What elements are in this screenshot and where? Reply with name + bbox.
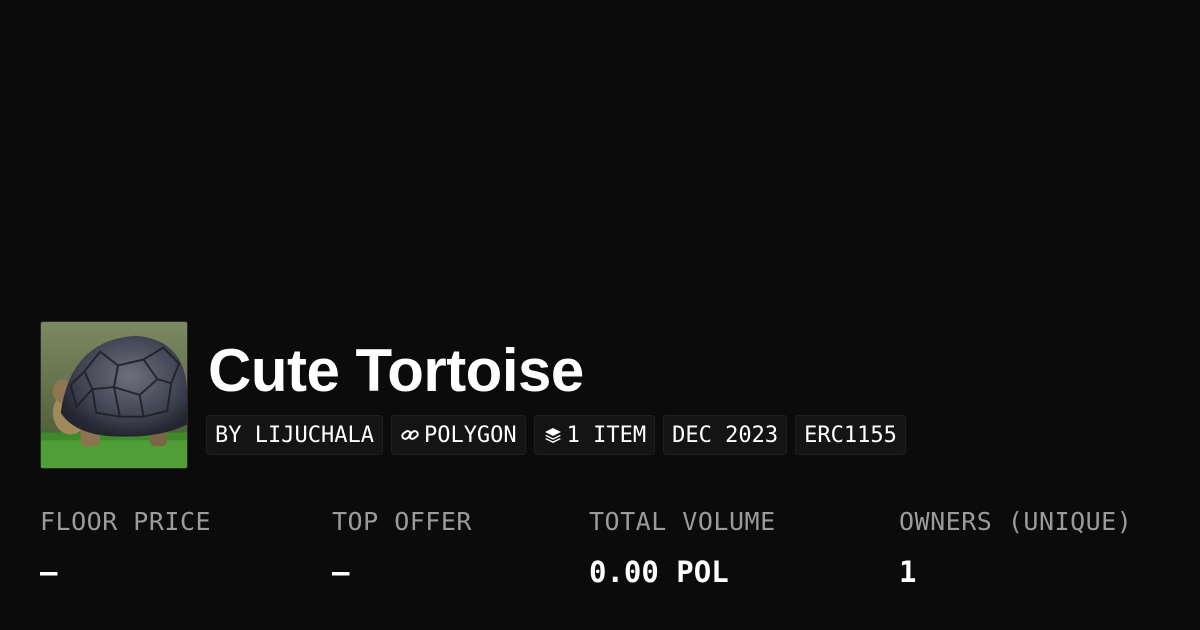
stat-top-offer: TOP OFFER – [332, 505, 472, 589]
stat-floor-price: FLOOR PRICE – [40, 505, 211, 589]
stat-value: 1 [899, 555, 917, 589]
creator-tag[interactable]: BY LIJUCHALA [206, 415, 383, 455]
date-tag: DEC 2023 [663, 415, 788, 455]
standard-label: ERC1155 [804, 422, 897, 448]
collection-tags: BY LIJUCHALA POLYGON 1 ITEM DEC 2023 ERC… [206, 415, 906, 455]
items-label: 1 ITEM [566, 422, 647, 448]
chain-tag[interactable]: POLYGON [390, 415, 526, 455]
polygon-link-icon [400, 425, 420, 445]
stat-label: TOTAL VOLUME [589, 507, 776, 536]
collection-thumbnail [40, 321, 188, 469]
stat-label: FLOOR PRICE [40, 507, 212, 536]
date-label: DEC 2023 [672, 422, 779, 448]
stat-value: – [40, 555, 58, 589]
stat-value: 0.00 POL [589, 555, 729, 589]
stat-label: OWNERS (UNIQUE) [899, 507, 1133, 536]
creator-label: BY LIJUCHALA [215, 422, 374, 448]
collection-title: Cute Tortoise [208, 337, 584, 404]
stat-value: – [332, 555, 350, 589]
layers-icon [543, 425, 563, 445]
items-tag[interactable]: 1 ITEM [533, 415, 656, 455]
stat-total-volume: TOTAL VOLUME 0.00 POL [589, 505, 776, 589]
chain-label: POLYGON [423, 422, 517, 448]
stat-owners: OWNERS (UNIQUE) 1 [899, 505, 1132, 589]
tortoise-image [41, 322, 187, 468]
standard-tag: ERC1155 [795, 415, 906, 455]
stat-label: TOP OFFER [332, 507, 472, 536]
